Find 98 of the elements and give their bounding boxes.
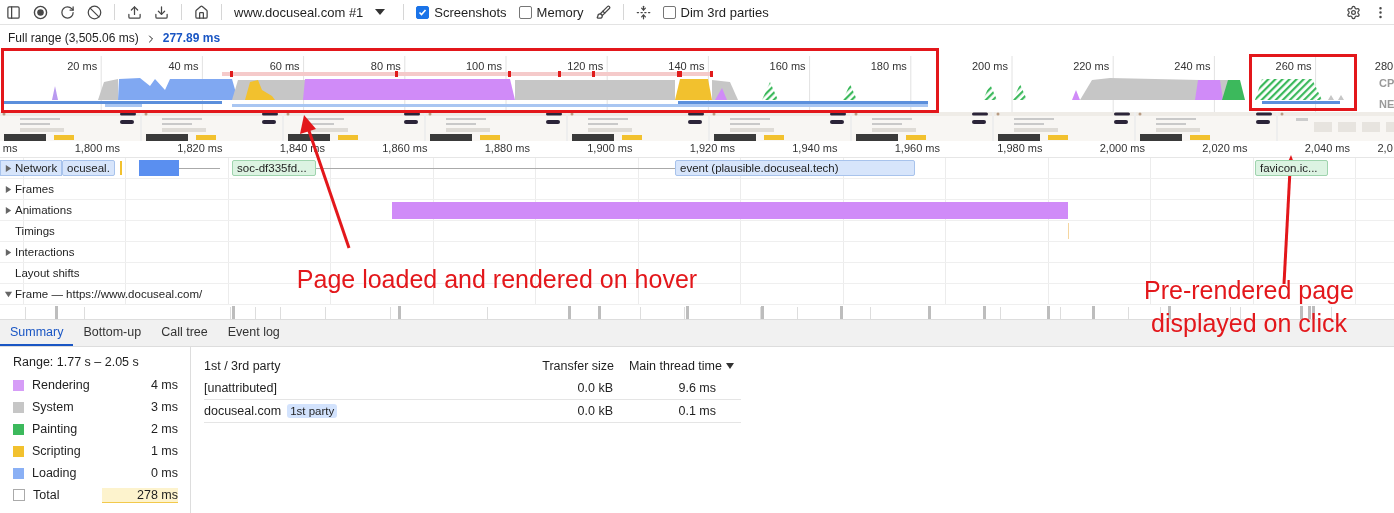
reload-icon[interactable] (60, 4, 75, 20)
checkbox-option[interactable]: Memory (518, 4, 584, 20)
time-tick-label: 2,0 (1377, 142, 1393, 154)
expand-arrow-icon[interactable] (4, 205, 13, 215)
table-cell-text: 9.6 ms (677, 381, 717, 395)
column-header[interactable]: Main thread time (621, 359, 741, 373)
category-value: 0 ms (150, 466, 178, 480)
table-cell-text: 0.0 kB (576, 404, 614, 418)
time-tick-label: 1,920 ms (689, 142, 735, 154)
track-label[interactable]: Frames (0, 183, 54, 195)
table-cell: [unattributed] (204, 381, 277, 395)
time-tick-label: 1,980 ms (997, 142, 1043, 154)
category-value: 4 ms (150, 378, 178, 392)
column-header[interactable]: 1st / 3rd party (204, 359, 281, 373)
panel-tab[interactable]: Event log (217, 320, 290, 346)
sidebar-toggle-icon[interactable] (6, 4, 21, 20)
track-label[interactable]: Interactions (0, 246, 75, 258)
category-value: 3 ms (150, 400, 178, 414)
lane-label: NE (1379, 98, 1394, 110)
party-badge: 1st party (287, 404, 338, 418)
category-label: System (32, 400, 75, 414)
expand-arrow-icon[interactable] (4, 289, 13, 299)
brush-icon[interactable] (595, 4, 611, 20)
category-label: Total (33, 488, 61, 502)
expand-arrow-icon[interactable] (4, 247, 13, 257)
track-label[interactable]: Timings (0, 225, 55, 237)
expand-arrow-icon[interactable] (4, 184, 13, 194)
breadcrumb-current: 277.89 ms (162, 31, 221, 45)
clear-icon[interactable] (87, 4, 102, 20)
checkmark-icon (418, 7, 428, 17)
checkbox-option[interactable]: Screenshots (416, 4, 507, 20)
upload-icon[interactable] (127, 4, 142, 20)
annotation-text: Pre-rendered page displayed on click (1143, 275, 1355, 339)
expand-arrow-icon[interactable] (4, 163, 13, 173)
time-tick-label: 1,940 ms (792, 142, 838, 154)
annotation-text: Page loaded and rendered on hover (295, 264, 699, 295)
category-label: Painting (32, 422, 79, 436)
time-tick-label: 80 ms (370, 60, 401, 72)
time-tick-label: 2,020 ms (1202, 142, 1248, 154)
time-tick-label: 2,040 ms (1304, 142, 1350, 154)
timing-mark (1068, 223, 1069, 239)
request-bar (139, 160, 179, 176)
table-cell-text: 0.1 ms (677, 404, 717, 418)
time-tick-label: 160 ms (769, 60, 806, 72)
time-tick-label: 180 ms (870, 60, 907, 72)
time-tick-label: 60 ms (269, 60, 300, 72)
time-tick-label: 260 ms (1275, 60, 1312, 72)
time-tick-label: 1,900 ms (587, 142, 633, 154)
panel-tab[interactable]: Bottom-up (73, 320, 152, 346)
collapse-icon[interactable] (635, 4, 651, 20)
track-label[interactable]: Animations (0, 204, 72, 216)
time-tick-label: 200 ms (971, 60, 1008, 72)
breadcrumb-link[interactable]: Full range (3,505.06 ms) (8, 31, 139, 45)
time-tick-label: ms (2, 142, 18, 154)
time-tick-label: 1,960 ms (894, 142, 940, 154)
track-label[interactable]: Network (0, 162, 58, 174)
lane-label: CP (1379, 77, 1394, 89)
time-tick-label: 1,860 ms (382, 142, 428, 154)
table-cell-text: 0.0 kB (576, 381, 614, 395)
panel-tab[interactable]: Summary (0, 320, 74, 346)
category-label: Loading (32, 466, 78, 480)
caret-icon (375, 8, 386, 16)
request-bar[interactable]: soc-df335fd... (232, 160, 316, 176)
request-bar[interactable]: favicon.ic... (1255, 160, 1328, 176)
time-tick-label: 1,880 ms (484, 142, 530, 154)
request-bar (0, 160, 62, 176)
time-tick-label: 120 ms (567, 60, 604, 72)
request-line (179, 168, 220, 169)
time-tick-label: 280 (1374, 60, 1394, 72)
request-bar[interactable]: event (plausible.docuseal.tech) (675, 160, 915, 176)
time-tick-label: 140 ms (668, 60, 705, 72)
range-label: Range: 1.77 s – 2.05 s (13, 355, 140, 369)
category-label: Rendering (32, 378, 91, 392)
time-tick-label: 40 ms (168, 60, 199, 72)
time-tick-label: 1,820 ms (177, 142, 223, 154)
request-bar[interactable]: ocuseal. (62, 160, 115, 176)
record-icon[interactable] (33, 4, 48, 20)
track-label[interactable]: Layout shifts (0, 267, 80, 279)
total-value: 278 ms (102, 487, 178, 503)
category-label: Scripting (32, 444, 82, 458)
time-tick-label: 100 ms (465, 60, 502, 72)
download-icon[interactable] (154, 4, 169, 20)
category-value: 2 ms (150, 422, 178, 436)
settings-icon[interactable] (1346, 4, 1361, 20)
time-tick-label: 20 ms (67, 60, 98, 72)
checkbox-option[interactable]: Dim 3rd parties (662, 4, 769, 20)
table-cell: docuseal.com (204, 404, 282, 418)
home-icon[interactable] (194, 4, 209, 20)
panel-tab[interactable]: Call tree (151, 320, 218, 346)
column-header[interactable]: Transfer size (511, 359, 621, 373)
category-swatch (13, 489, 25, 501)
target-select[interactable]: www.docuseal.com #1 (234, 4, 392, 20)
time-tick-label: 2,000 ms (1099, 142, 1145, 154)
time-tick-label: 1,800 ms (74, 142, 120, 154)
time-tick-label: 240 ms (1174, 60, 1211, 72)
track-label[interactable]: Frame — https://www.docuseal.com/ (0, 288, 203, 300)
category-value: 1 ms (150, 444, 178, 458)
time-tick-label: 220 ms (1073, 60, 1110, 72)
